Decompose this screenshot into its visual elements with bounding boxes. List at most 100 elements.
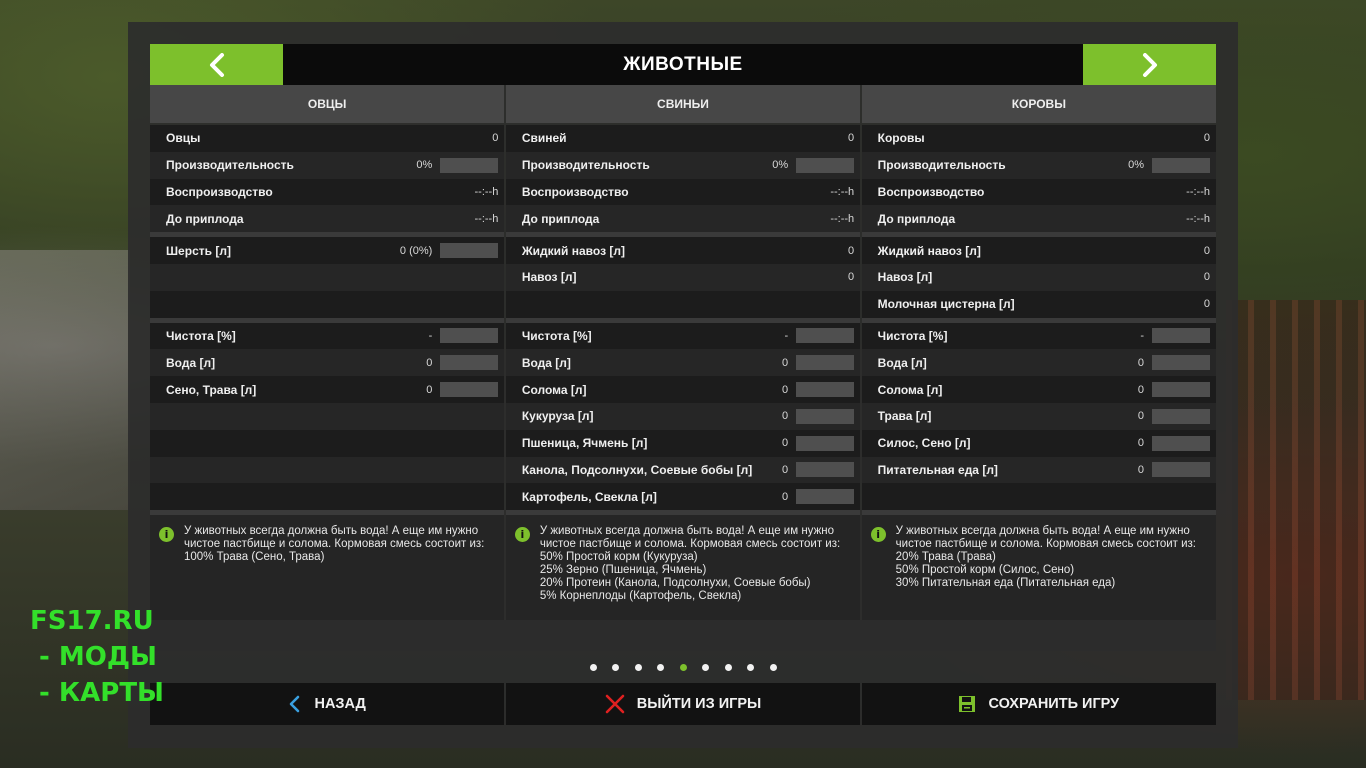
row-value: 0 [782, 410, 789, 423]
row-value: 0 [782, 437, 789, 450]
table-row: Трава [л] 0 [861, 402, 1216, 430]
animals-panel: ЖИВОТНЫЕ ОВЦЫ Овцы 0 Производительность 0% Во… [150, 44, 1216, 725]
row-value: 0 [426, 356, 433, 369]
chevron-right-icon [1142, 52, 1157, 77]
page-dot[interactable] [657, 663, 664, 671]
page-dot[interactable] [702, 663, 709, 671]
save-game-button[interactable]: СОХРАНИТЬ ИГРУ [861, 683, 1216, 725]
page-dot[interactable] [724, 663, 732, 671]
row-value: --:--h [474, 185, 499, 198]
row-value: 0 [1137, 463, 1144, 476]
previous-page-button[interactable] [150, 44, 283, 85]
level-bar [796, 462, 855, 478]
table-row: Вода [л] 0 [150, 349, 505, 377]
table-row: Шерсть [л] 0 (0%) [150, 237, 505, 264]
row-label: Производительность [521, 158, 650, 173]
animal-column: КОРОВЫ Коровы 0 Производительность 0% Воспрои… [861, 85, 1216, 626]
table-row: Жидкий навоз [л] 0 [861, 237, 1216, 264]
table-row: Производительность 0% [861, 151, 1216, 179]
page-dot[interactable] [589, 663, 597, 671]
animal-columns: ОВЦЫ Овцы 0 Производительность 0% Воспроизвод… [150, 85, 1216, 626]
column-title: ОВЦЫ [150, 85, 505, 123]
table-row: Картофель, Свекла [л] 0 [505, 483, 861, 511]
table-row [150, 402, 505, 430]
table-row: Навоз [л] 0 [861, 263, 1216, 291]
footer-bar: НАЗАД ВЫЙТИ ИЗ ИГРЫ СОХРАНИТЬ ИГРУ [150, 683, 1216, 725]
row-label: Свиней [521, 131, 567, 146]
site-watermark: FS17.RU - МОДЫ - КАРТЫ [30, 603, 164, 711]
row-value: 0 [1137, 410, 1144, 423]
table-row: Жидкий навоз [л] 0 [505, 237, 861, 264]
row-value: 0 [1203, 244, 1210, 257]
watermark-line: FS17.RU [30, 606, 154, 636]
watermark-line: - КАРТЫ [30, 678, 164, 708]
back-arrow-icon [290, 695, 300, 713]
row-label: Навоз [л] [521, 270, 577, 285]
feeding-info: i У животных всегда должна быть вода! А е… [861, 515, 1216, 626]
page-dot[interactable] [747, 663, 754, 671]
table-row: Чистота [%] - [150, 322, 505, 350]
row-value: 0 [1137, 383, 1144, 396]
table-row: Вода [л] 0 [505, 349, 861, 377]
page-dot[interactable] [612, 663, 619, 671]
row-value: 0 [848, 132, 855, 145]
table-row: Молочная цистерна [л] 0 [861, 290, 1216, 318]
row-label: До приплода [166, 211, 244, 226]
level-bar [1151, 435, 1210, 451]
row-label: Канола, Подсолнухи, Соевые бобы [л] [521, 462, 753, 477]
floppy-disk-icon [959, 696, 976, 712]
page-dot[interactable] [679, 663, 687, 671]
row-label: Сено, Трава [л] [166, 382, 257, 397]
table-row: До приплода --:--h [505, 205, 861, 233]
next-page-button[interactable] [1083, 44, 1216, 85]
level-bar [440, 355, 499, 371]
quit-game-button[interactable]: ВЫЙТИ ИЗ ИГРЫ [505, 683, 861, 725]
row-label: Вода [л] [521, 355, 571, 370]
row-value: --:--h [1186, 212, 1210, 225]
row-value: 0 [1203, 298, 1210, 311]
level-bar [1151, 328, 1210, 344]
row-value: 0 [782, 383, 789, 396]
table-row: Канола, Подсолнухи, Соевые бобы [л] 0 [505, 456, 861, 484]
save-game-label: СОХРАНИТЬ ИГРУ [988, 696, 1120, 712]
row-value: --:--h [474, 212, 499, 225]
row-value: 0 [426, 383, 433, 396]
table-row: Чистота [%] - [861, 322, 1216, 350]
level-bar [796, 435, 855, 451]
table-row: Навоз [л] 0 [505, 263, 861, 291]
info-text: У животных всегда должна быть вода! А ещ… [539, 525, 841, 603]
row-label: Воспроизводство [521, 184, 629, 199]
row-value: --:--h [830, 185, 855, 198]
row-label: Чистота [%] [521, 328, 592, 343]
row-value: - [428, 329, 433, 342]
row-value: 0% [416, 159, 433, 172]
row-value: 0% [1128, 159, 1144, 172]
table-row: Кукуруза [л] 0 [505, 402, 861, 430]
row-label: Жидкий навоз [л] [877, 243, 981, 258]
level-bar [796, 408, 855, 424]
row-label: До приплода [877, 211, 956, 226]
watermark-line: - МОДЫ [30, 642, 157, 672]
table-row [150, 483, 505, 511]
table-row: До приплода --:--h [861, 205, 1216, 233]
table-row: Свиней 0 [505, 125, 861, 152]
page-header: ЖИВОТНЫЕ [150, 44, 1216, 85]
row-value: 0 [848, 271, 855, 284]
table-row: Производительность 0% [150, 151, 505, 179]
pager-strip [150, 620, 1216, 651]
row-label: Питательная еда [л] [877, 462, 998, 477]
level-bar [440, 243, 499, 259]
back-button[interactable]: НАЗАД [150, 683, 505, 725]
info-text: У животных всегда должна быть вода! А ещ… [184, 525, 485, 564]
table-row: Вода [л] 0 [861, 349, 1216, 377]
row-value: --:--h [830, 212, 855, 225]
level-bar [796, 489, 855, 505]
table-row: Воспроизводство --:--h [150, 178, 505, 206]
column-title: СВИНЬИ [505, 85, 861, 123]
row-value: 0 [848, 244, 855, 257]
column-title: КОРОВЫ [861, 85, 1216, 123]
row-label: Производительность [877, 158, 1006, 173]
table-row: Солома [л] 0 [505, 376, 861, 403]
page-dot[interactable] [634, 663, 642, 671]
page-dot[interactable] [769, 663, 777, 671]
